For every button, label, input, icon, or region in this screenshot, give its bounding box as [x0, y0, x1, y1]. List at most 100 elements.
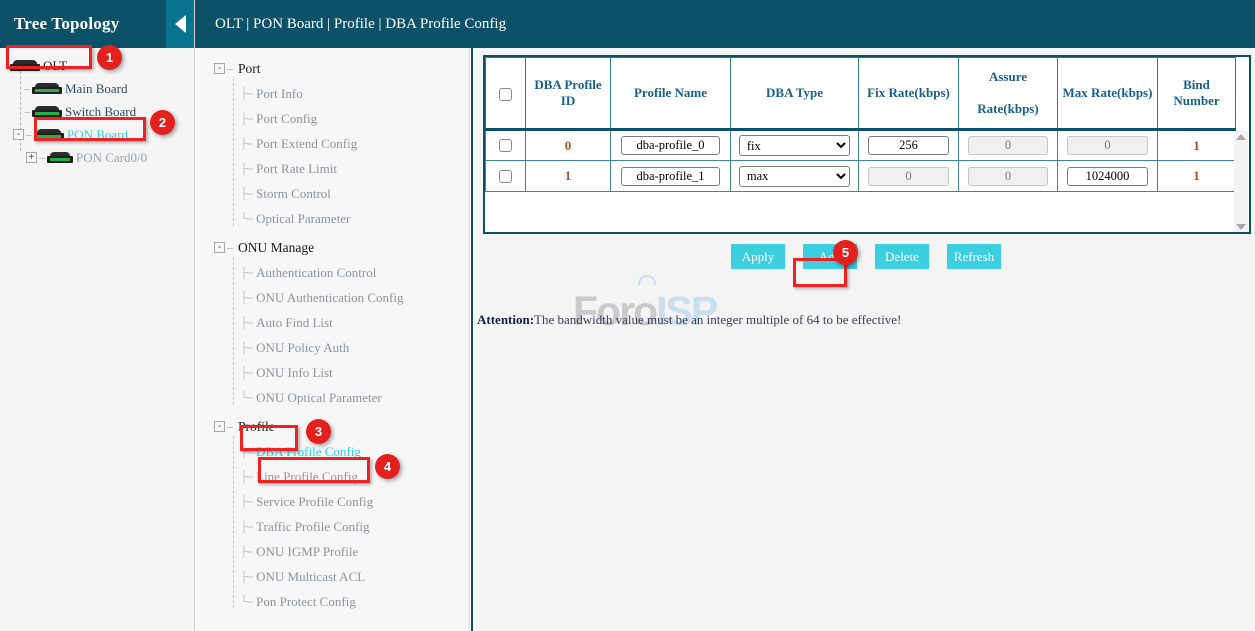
nav-item-authentication-control[interactable]: ├-- Authentication Control: [196, 260, 469, 285]
tree-node-list: OLT – Main Board – Switch Board -: [0, 48, 194, 169]
nav-item-onu-multicast-acl[interactable]: ├-- ONU Multicast ACL: [196, 564, 469, 589]
nav-item-label: Port Extend Config: [256, 136, 357, 152]
select-all-checkbox[interactable]: [499, 88, 512, 101]
nav-item-dba-profile-config[interactable]: ├-- DBA Profile Config: [196, 439, 469, 464]
nav-item-optical-parameter[interactable]: └-- Optical Parameter: [196, 206, 469, 231]
nav-item-label: Port Config: [256, 111, 317, 127]
nav-item-auto-find-list[interactable]: ├-- Auto Find List: [196, 310, 469, 335]
nav-item-pon-protect-config[interactable]: └-- Pon Protect Config: [196, 589, 469, 614]
nav-expander-icon[interactable]: -: [214, 242, 225, 253]
cell-assure-rate: [959, 161, 1058, 192]
nav-group-port: - – Port ├-- Port Info ├-- Port Config ├…: [196, 56, 469, 231]
tree-branch-icon: ├--: [240, 163, 252, 175]
annotation-marker-3: 3: [306, 419, 331, 444]
nav-item-port-rate-limit[interactable]: ├-- Port Rate Limit: [196, 156, 469, 181]
tree-topology-header: Tree Topology: [0, 0, 194, 48]
tree-branch-icon: –: [225, 419, 235, 434]
table-header-row: DBA Profile ID Profile Name DBA Type Fix…: [486, 58, 1236, 130]
nav-item-onu-optical-parameter[interactable]: └-- ONU Optical Parameter: [196, 385, 469, 410]
nav-item-label: Pon Protect Config: [256, 594, 356, 610]
tree-branch-icon: └--: [240, 392, 252, 404]
row-checkbox[interactable]: [499, 139, 512, 152]
apply-button[interactable]: Apply: [731, 244, 785, 269]
column-header-assure-rate: Assure Rate(kbps): [959, 58, 1058, 130]
fix-rate-input: [868, 167, 950, 186]
breadcrumb: OLT | PON Board | Profile | DBA Profile …: [215, 16, 506, 33]
table-row[interactable]: 1 max: [486, 161, 1236, 192]
dba-type-select[interactable]: max: [739, 166, 850, 187]
chevron-left-icon: [175, 15, 186, 33]
tree-branch-icon: –: [22, 104, 32, 119]
server-board-icon: [32, 83, 62, 94]
nav-item-traffic-profile-config[interactable]: ├-- Traffic Profile Config: [196, 514, 469, 539]
nav-item-port-info[interactable]: ├-- Port Info: [196, 81, 469, 106]
nav-group-header-port[interactable]: - – Port: [196, 56, 469, 81]
nav-item-port-extend-config[interactable]: ├-- Port Extend Config: [196, 131, 469, 156]
nav-item-onu-authentication-config[interactable]: ├-- ONU Authentication Config: [196, 285, 469, 310]
nav-item-label: Port Info: [256, 86, 303, 102]
nav-item-storm-control[interactable]: ├-- Storm Control: [196, 181, 469, 206]
tree-expander-expand-icon[interactable]: +: [26, 152, 37, 163]
column-header-select-all: [486, 58, 526, 130]
scroll-up-arrow-icon[interactable]: [1236, 134, 1246, 140]
column-header-fix-rate: Fix Rate(kbps): [859, 58, 959, 130]
column-header-bind-number: Bind Number: [1158, 58, 1236, 130]
tree-branch-icon: ├--: [240, 571, 252, 583]
column-header-assure-rate-line2: Rate(kbps): [977, 101, 1038, 116]
tree-branch-icon: ├--: [240, 138, 252, 150]
nav-expander-icon[interactable]: -: [214, 63, 225, 74]
cell-max-rate: [1058, 161, 1158, 192]
nav-item-label: Traffic Profile Config: [256, 519, 369, 535]
nav-item-service-profile-config[interactable]: ├-- Service Profile Config: [196, 489, 469, 514]
refresh-button[interactable]: Refresh: [947, 244, 1001, 269]
tree-expander-collapse-icon[interactable]: -: [13, 129, 24, 140]
nav-item-label: ONU Policy Auth: [256, 340, 349, 356]
tree-branch-icon: –: [37, 150, 47, 165]
nav-item-label: ONU IGMP Profile: [256, 544, 358, 560]
nav-group-label: Profile: [238, 419, 275, 435]
table-vertical-scrollbar[interactable]: [1234, 131, 1248, 233]
delete-button[interactable]: Delete: [875, 244, 929, 269]
scroll-down-arrow-icon[interactable]: [1236, 224, 1246, 230]
tree-node-main-board[interactable]: – Main Board: [0, 77, 194, 100]
attention-note: Attention:The bandwidth value must be an…: [477, 312, 901, 328]
profile-name-input[interactable]: [621, 136, 720, 155]
nav-item-port-config[interactable]: ├-- Port Config: [196, 106, 469, 131]
nav-item-onu-info-list[interactable]: ├-- ONU Info List: [196, 360, 469, 385]
nav-item-label: ONU Multicast ACL: [256, 569, 365, 585]
tree-branch-icon: ├--: [240, 367, 252, 379]
profile-name-input[interactable]: [621, 167, 720, 186]
cell-dba-profile-id: 1: [526, 161, 611, 192]
tree-node-pon-card[interactable]: + – PON Card0/0: [0, 146, 194, 169]
dba-type-select[interactable]: fix: [739, 135, 850, 156]
row-checkbox[interactable]: [499, 170, 512, 183]
tree-branch-icon: └--: [240, 596, 252, 608]
annotation-marker-1: 1: [97, 45, 122, 70]
nav-item-label: Optical Parameter: [256, 211, 350, 227]
tree-topology-sidebar: Tree Topology OLT – Main Board: [0, 0, 195, 631]
max-rate-input[interactable]: [1067, 167, 1149, 186]
cell-dba-profile-id: 0: [526, 130, 611, 161]
nav-item-onu-policy-auth[interactable]: ├-- ONU Policy Auth: [196, 335, 469, 360]
tree-branch-icon: ├--: [240, 496, 252, 508]
tree-branch-icon: ├--: [240, 471, 252, 483]
table-row[interactable]: 0 fix: [486, 130, 1236, 161]
nav-group-header-onu-manage[interactable]: - – ONU Manage: [196, 235, 469, 260]
assure-rate-input: [968, 136, 1049, 155]
column-header-dba-type: DBA Type: [731, 58, 859, 130]
tree-node-label: PON Board: [67, 127, 128, 143]
fix-rate-input[interactable]: [868, 136, 950, 155]
nav-group-header-profile[interactable]: - – Profile: [196, 414, 469, 439]
server-board-icon: [10, 60, 40, 71]
wifi-arc-icon: [638, 275, 656, 285]
nav-expander-icon[interactable]: -: [214, 421, 225, 432]
tree-branch-icon: ├--: [240, 267, 252, 279]
nav-item-line-profile-config[interactable]: ├-- Line Profile Config: [196, 464, 469, 489]
nav-item-label: ONU Authentication Config: [256, 290, 403, 306]
cell-fix-rate: [859, 161, 959, 192]
nav-item-label: Port Rate Limit: [256, 161, 337, 177]
sidebar-collapse-button[interactable]: [166, 0, 194, 48]
nav-group-onu-manage: - – ONU Manage ├-- Authentication Contro…: [196, 235, 469, 410]
column-header-assure-rate-line1: Assure: [989, 69, 1027, 84]
nav-item-onu-igmp-profile[interactable]: ├-- ONU IGMP Profile: [196, 539, 469, 564]
